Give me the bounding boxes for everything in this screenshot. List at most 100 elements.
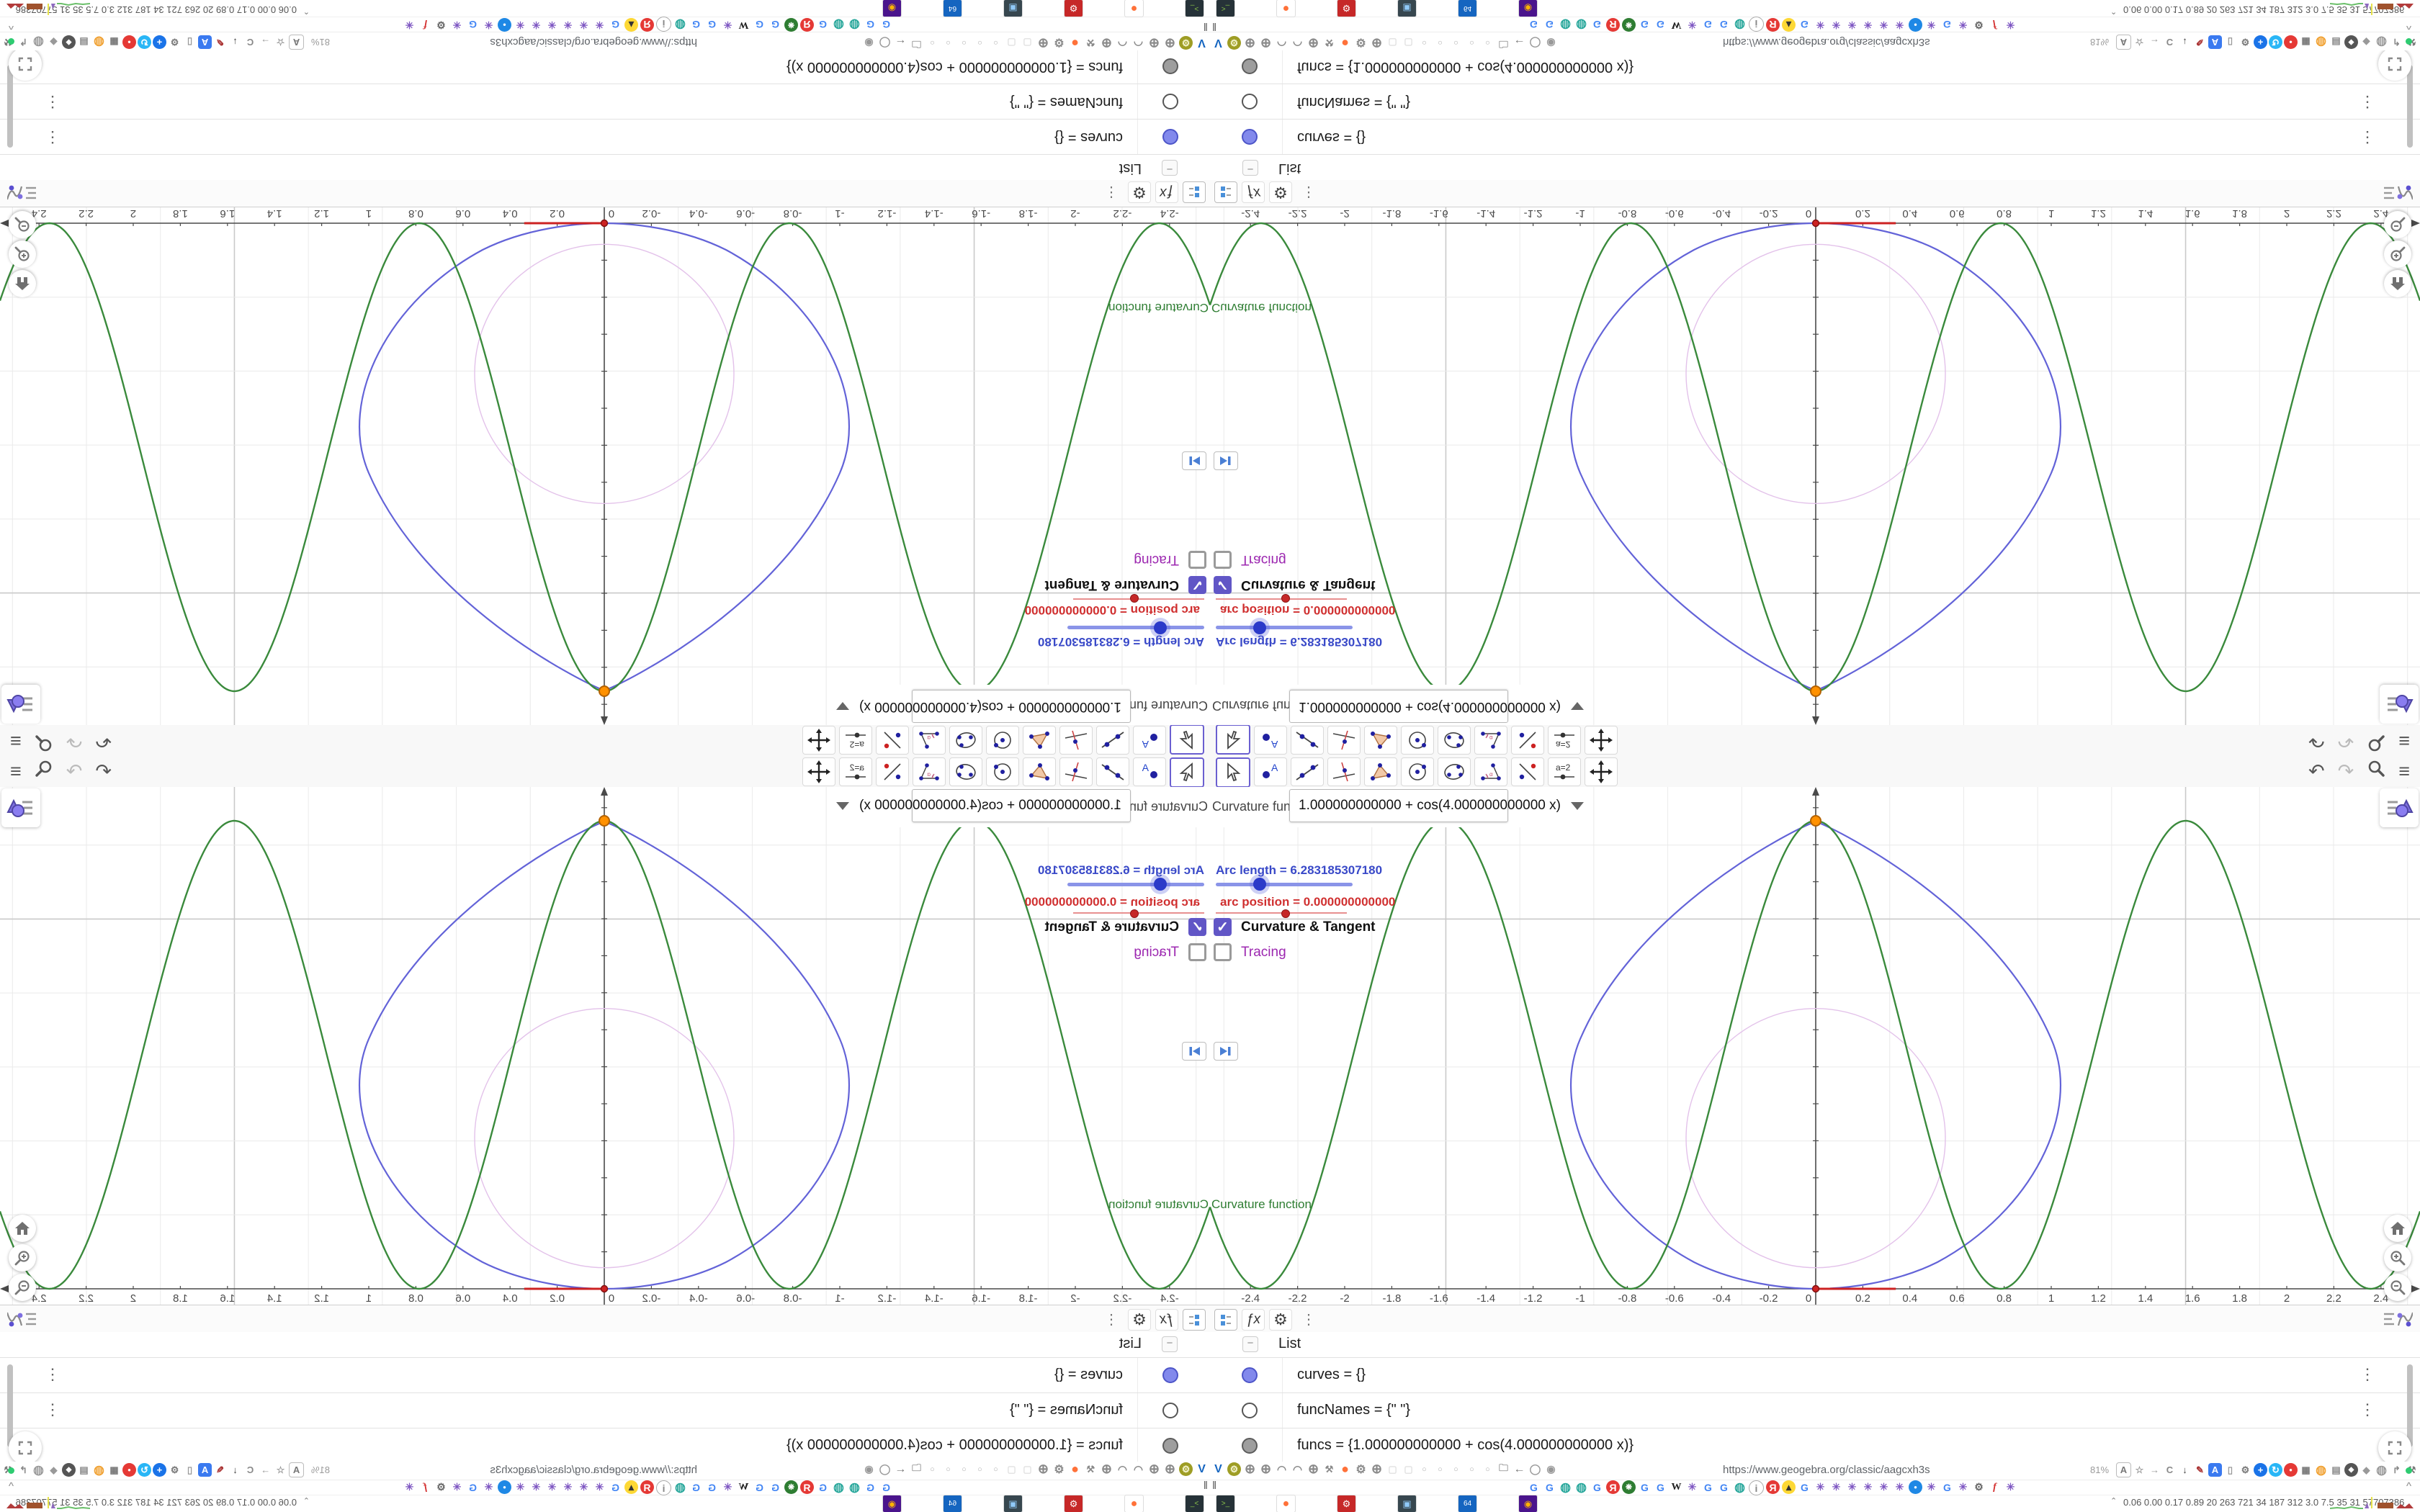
owl-purple-taskbar-icon[interactable]: ◉	[882, 1495, 902, 1512]
slider-tool[interactable]: a=2	[839, 726, 872, 755]
curvature-tangent-checkbox[interactable]: ✓	[1188, 918, 1206, 936]
fullscreen-button[interactable]	[2378, 1431, 2411, 1464]
conic-tool[interactable]	[1438, 757, 1471, 786]
row-menu-icon[interactable]: ⋮	[45, 1400, 60, 1419]
google-g-favicon[interactable]: G	[879, 1480, 893, 1494]
tree-view-button[interactable]	[1183, 181, 1206, 203]
globe-icon[interactable]: ⊕	[1036, 36, 1050, 50]
flower-purple-favicon[interactable]: ✳	[1893, 18, 1906, 32]
globe-icon[interactable]: ⊕	[1370, 36, 1384, 50]
reflect-tool[interactable]	[876, 757, 909, 786]
arc-position-slider[interactable]	[1216, 594, 1347, 603]
gear-favicon[interactable]: ⚙	[1972, 18, 1986, 32]
graphics-view[interactable]: -2.4 -2.2 -2 -1.8 -1.6 -1.4 -1.2 -1 -0.8 -0.6 -0.4…	[1210, 787, 2420, 1305]
translate-blue-icon[interactable]: A	[198, 1463, 212, 1477]
function-input[interactable]: 1.000000000000 + cos(4.000000000000 x)	[1289, 690, 1584, 723]
gauge-icon[interactable]: ◠	[1131, 1462, 1145, 1476]
translate-blue-icon[interactable]: A	[2208, 35, 2222, 49]
hamburger-menu-icon[interactable]: ≡	[2398, 759, 2410, 783]
move-graphics-tool[interactable]	[1585, 726, 1618, 755]
google-g-favicon[interactable]: G	[864, 1480, 877, 1494]
algebra-row-funcnames[interactable]: funcNames = {" "} ⋮	[1210, 1392, 2420, 1428]
monitor-cam-taskbar-icon[interactable]: ▣	[1003, 1495, 1023, 1512]
visibility-toggle[interactable]	[1162, 1438, 1178, 1454]
globe-gray-icon[interactable]: ◍	[32, 35, 45, 50]
globe-icon[interactable]: ⊕	[1163, 36, 1177, 50]
tree-view-button[interactable]	[1183, 1309, 1206, 1331]
polygon-tool[interactable]	[1364, 726, 1397, 755]
translate-blue-icon[interactable]: A	[198, 35, 212, 49]
collapse-chevron-icon[interactable]: ^	[2406, 1480, 2411, 1493]
wrench-icon[interactable]: ⚒	[1322, 1462, 1336, 1476]
circle-icon[interactable]: ◯	[1528, 1462, 1542, 1476]
globe-color-icon[interactable]: ◍	[2314, 1463, 2328, 1477]
graphics-view[interactable]: -2.4 -2.2 -2 -1.8 -1.6 -1.4 -1.2 -1 -0.8 -0.6 -0.4…	[0, 207, 1210, 725]
flower-purple-favicon[interactable]: ✳	[561, 18, 575, 32]
reload-icon[interactable]: C	[243, 1463, 257, 1477]
v-logo-icon[interactable]: V	[1195, 36, 1209, 50]
flower-purple-favicon[interactable]: ✳	[545, 18, 559, 32]
algebra-row-funcnames[interactable]: funcNames = {" "} ⋮	[1210, 84, 2420, 120]
circle-tool[interactable]	[986, 757, 1019, 786]
shield-gray-icon[interactable]: ◆	[2360, 35, 2373, 49]
algebra-row-funcs[interactable]: funcs = {1.000000000000 + cos(4.00000000…	[1210, 1428, 2420, 1464]
line-tool[interactable]	[1291, 726, 1324, 755]
firefox-icon[interactable]: ●	[1068, 1462, 1082, 1476]
flower-purple-favicon[interactable]: ✳	[1845, 18, 1859, 32]
chat-blue-favicon[interactable]: ●	[1909, 18, 1922, 32]
globe-icon[interactable]: ⊕	[1100, 1462, 1113, 1476]
chat-blue-favicon[interactable]: ●	[498, 1480, 511, 1494]
octopus-green-favicon[interactable]: ❋	[1622, 18, 1636, 32]
search-icon[interactable]	[2367, 729, 2385, 753]
perpendicular-line-tool[interactable]	[1059, 726, 1093, 755]
google-g-favicon[interactable]: G	[768, 1480, 782, 1494]
curvature-tangent-checkbox[interactable]: ✓	[1188, 576, 1206, 594]
flower-purple-favicon[interactable]: ✳	[721, 18, 735, 32]
flower-purple-favicon[interactable]: ✳	[1814, 18, 1827, 32]
translate-icon[interactable]: A	[289, 35, 304, 50]
flower-purple-favicon[interactable]: ✳	[1829, 18, 1843, 32]
globe-color-icon[interactable]: ◍	[92, 1463, 106, 1477]
tracing-checkbox[interactable]	[1188, 943, 1206, 961]
overflow-menu-icon[interactable]: ⋮	[1298, 183, 1319, 203]
google-g-favicon[interactable]: G	[466, 1480, 480, 1494]
octopus-green-favicon[interactable]: ❋	[784, 18, 798, 32]
arc-position-slider[interactable]	[1216, 909, 1347, 918]
floppy-64-taskbar-icon[interactable]: 64	[1458, 1495, 1477, 1512]
star-icon[interactable]: ☆	[274, 35, 287, 49]
move-tool[interactable]	[1216, 724, 1250, 755]
globe-icon[interactable]: ⊕	[1370, 1462, 1384, 1476]
firefox-taskbar-icon[interactable]: ●	[1276, 0, 1296, 17]
google-g-favicon[interactable]: G	[1590, 1480, 1604, 1494]
dot-icon[interactable]: ○	[989, 36, 1003, 50]
flower-purple-favicon[interactable]: ✳	[1956, 1480, 1970, 1494]
owl-purple-taskbar-icon[interactable]: ◉	[1518, 0, 1538, 17]
plus-blue-icon[interactable]: +	[2254, 1463, 2267, 1477]
flower-purple-favicon[interactable]: ✳	[529, 18, 543, 32]
flower-purple-favicon[interactable]: ✳	[577, 1480, 591, 1494]
line-tool[interactable]	[1096, 757, 1129, 786]
folder-icon[interactable]: 🗀	[910, 1462, 923, 1476]
download-icon[interactable]: ↓	[228, 1463, 242, 1477]
floppy-64-taskbar-icon[interactable]: 64	[1458, 0, 1477, 17]
flower-purple-favicon[interactable]: ✳	[1924, 1480, 1938, 1494]
google-g-favicon[interactable]: G	[768, 18, 782, 32]
plus-blue-icon[interactable]: +	[2254, 35, 2267, 49]
yandex-favicon[interactable]: Я	[800, 18, 814, 32]
image-yellow-favicon[interactable]: ▴	[624, 18, 638, 32]
google-g-favicon[interactable]: G	[689, 18, 703, 32]
gear-icon[interactable]: ⚙	[1052, 1462, 1066, 1476]
hamburger-menu-icon[interactable]: ≡	[2398, 729, 2410, 753]
perpendicular-line-tool[interactable]	[1059, 757, 1093, 786]
amd-red-taskbar-icon[interactable]: ⚙	[1064, 0, 1083, 17]
google-g-favicon[interactable]: G	[1798, 18, 1811, 32]
terminal-taskbar-icon[interactable]: >_	[1185, 0, 1204, 17]
owl-purple-taskbar-icon[interactable]: ◉	[882, 0, 902, 17]
arc-position-slider[interactable]	[1073, 909, 1204, 918]
folder-icon[interactable]: 🗀	[1497, 36, 1510, 50]
angle-tool[interactable]: α	[1474, 726, 1507, 755]
dot-icon[interactable]: ○	[941, 36, 955, 50]
red-f-favicon[interactable]: f	[418, 18, 432, 32]
move-graphics-tool[interactable]	[802, 757, 835, 786]
teal-dot-favicon[interactable]: ◍	[673, 18, 687, 32]
